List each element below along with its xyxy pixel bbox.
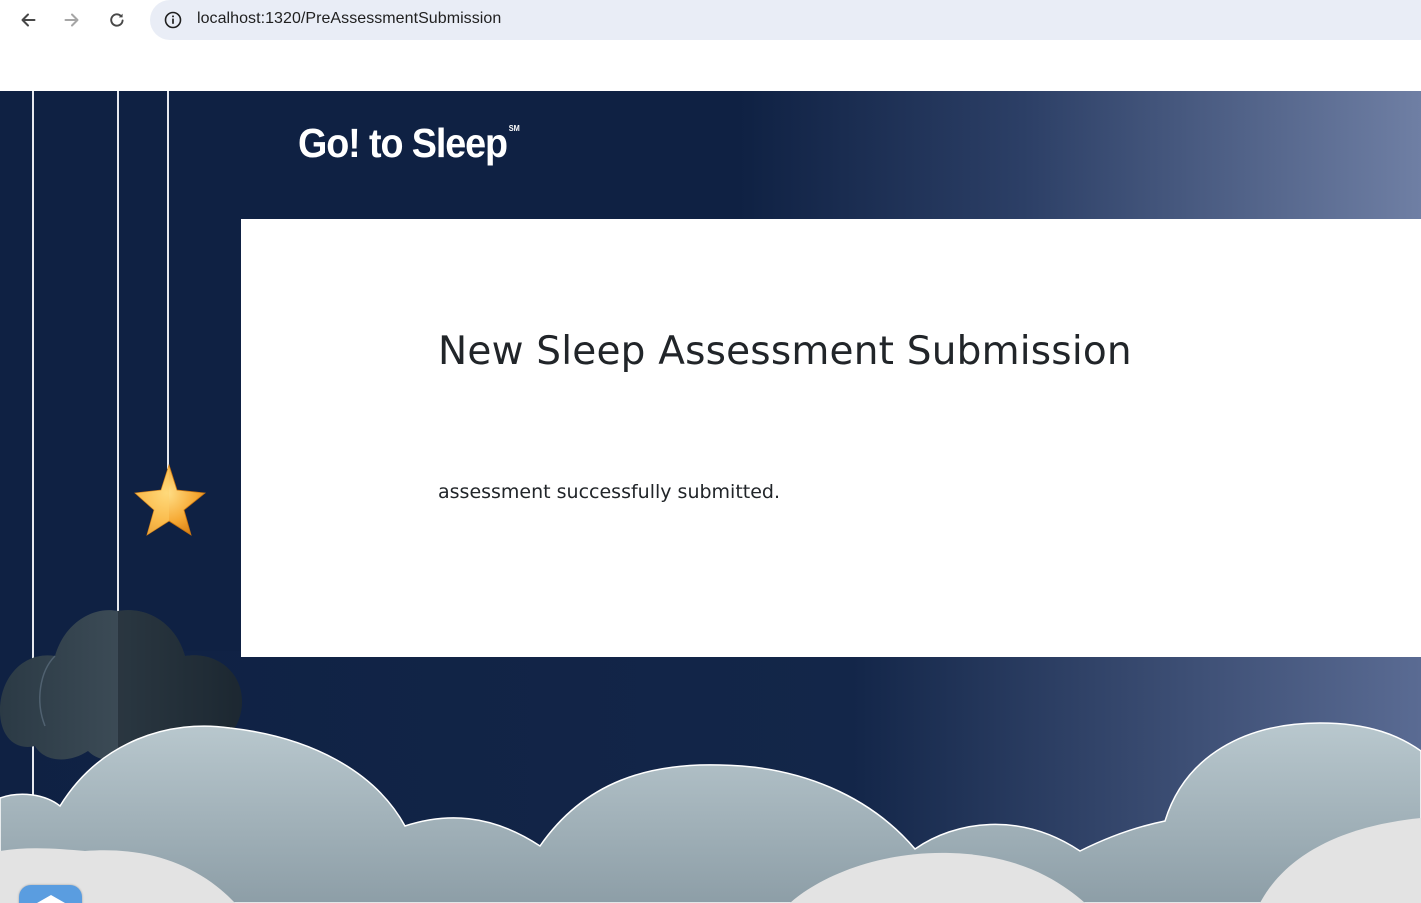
chat-widget-icon — [37, 895, 65, 903]
logo-service-mark: SM — [508, 124, 520, 133]
chat-widget-button[interactable] — [19, 885, 82, 903]
site-info-button[interactable] — [162, 9, 184, 31]
logo-text: Go! to Sleep — [298, 120, 508, 166]
browser-toolbar: localhost:1320/PreAssessmentSubmission — [0, 0, 1421, 91]
page-viewport: Go! to Sleep SM New Sleep Assessment Sub… — [0, 91, 1421, 903]
address-bar[interactable]: localhost:1320/PreAssessmentSubmission — [150, 0, 1421, 40]
forward-button[interactable] — [56, 4, 88, 36]
page-title: New Sleep Assessment Submission — [438, 329, 1132, 374]
success-message: assessment successfully submitted. — [438, 481, 781, 503]
reload-button[interactable] — [101, 4, 133, 36]
arrow-left-icon — [21, 13, 36, 27]
reload-icon — [110, 13, 124, 27]
go-to-sleep-logo[interactable]: Go! to Sleep SM — [298, 120, 520, 166]
back-button[interactable] — [12, 4, 44, 36]
content-card: New Sleep Assessment Submission assessme… — [241, 219, 1421, 657]
info-icon — [164, 11, 182, 29]
url-text[interactable]: localhost:1320/PreAssessmentSubmission — [197, 10, 501, 28]
arrow-right-icon — [64, 13, 79, 27]
